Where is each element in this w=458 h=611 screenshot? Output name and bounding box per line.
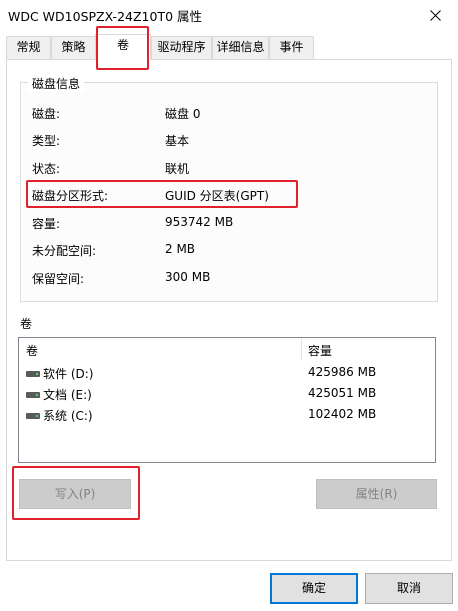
- column-divider[interactable]: [301, 338, 302, 360]
- list-item[interactable]: 文档 (E:) 425051 MB: [19, 384, 435, 405]
- drive-icon: [26, 411, 40, 420]
- capacity-value: 953742 MB: [165, 215, 234, 229]
- list-item[interactable]: 系统 (C:) 102402 MB: [19, 405, 435, 426]
- window-title: WDC WD10SPZX-24Z10T0 属性: [8, 9, 203, 24]
- disk-label: 磁盘:: [32, 107, 61, 121]
- unallocated-label: 未分配空间:: [32, 244, 97, 258]
- close-icon: [429, 9, 441, 21]
- tab-strip: 常规 策略 卷 驱动程序 详细信息 事件: [6, 34, 452, 60]
- tab-volumes[interactable]: 卷: [95, 34, 151, 60]
- cancel-button[interactable]: 取消: [365, 573, 453, 604]
- type-value: 基本: [165, 134, 190, 148]
- tab-events[interactable]: 事件: [269, 36, 314, 59]
- close-button[interactable]: [412, 0, 458, 30]
- title-bar: WDC WD10SPZX-24Z10T0 属性: [0, 0, 458, 30]
- reserved-label: 保留空间:: [32, 272, 85, 286]
- list-header: 卷 容量: [19, 338, 435, 360]
- reserved-value: 300 MB: [165, 270, 211, 284]
- ok-button[interactable]: 确定: [270, 573, 358, 604]
- column-header-capacity[interactable]: 容量: [308, 342, 332, 359]
- drive-icon: [26, 390, 40, 399]
- populate-button[interactable]: 写入(P): [19, 479, 131, 509]
- tab-general[interactable]: 常规: [6, 36, 51, 59]
- type-label: 类型:: [32, 134, 61, 148]
- column-header-volume[interactable]: 卷: [26, 342, 38, 359]
- status-label: 状态:: [32, 162, 61, 176]
- tab-policies[interactable]: 策略: [51, 36, 96, 59]
- properties-button[interactable]: 属性(R): [316, 479, 437, 509]
- volume-name: 文档 (E:): [43, 388, 92, 402]
- volumes-section-label: 卷: [20, 317, 33, 331]
- drive-icon: [26, 369, 40, 378]
- tab-details[interactable]: 详细信息: [212, 36, 269, 59]
- disk-info-title: 磁盘信息: [28, 75, 85, 92]
- volume-name: 系统 (C:): [43, 409, 93, 423]
- partition-style-value: GUID 分区表(GPT): [165, 189, 269, 203]
- disk-value: 磁盘 0: [165, 107, 201, 121]
- list-item[interactable]: 软件 (D:) 425986 MB: [19, 363, 435, 384]
- volume-capacity: 102402 MB: [308, 407, 377, 421]
- volume-capacity: 425051 MB: [308, 386, 377, 400]
- status-value: 联机: [165, 162, 190, 176]
- capacity-label: 容量:: [32, 217, 61, 231]
- volume-capacity: 425986 MB: [308, 365, 377, 379]
- unallocated-value: 2 MB: [165, 242, 196, 256]
- partition-style-label: 磁盘分区形式:: [32, 189, 109, 203]
- volume-name: 软件 (D:): [43, 367, 94, 381]
- tab-driver[interactable]: 驱动程序: [151, 36, 212, 59]
- volumes-list[interactable]: 卷 容量 软件 (D:) 425986 MB 文档 (E:) 425051 MB…: [18, 337, 436, 463]
